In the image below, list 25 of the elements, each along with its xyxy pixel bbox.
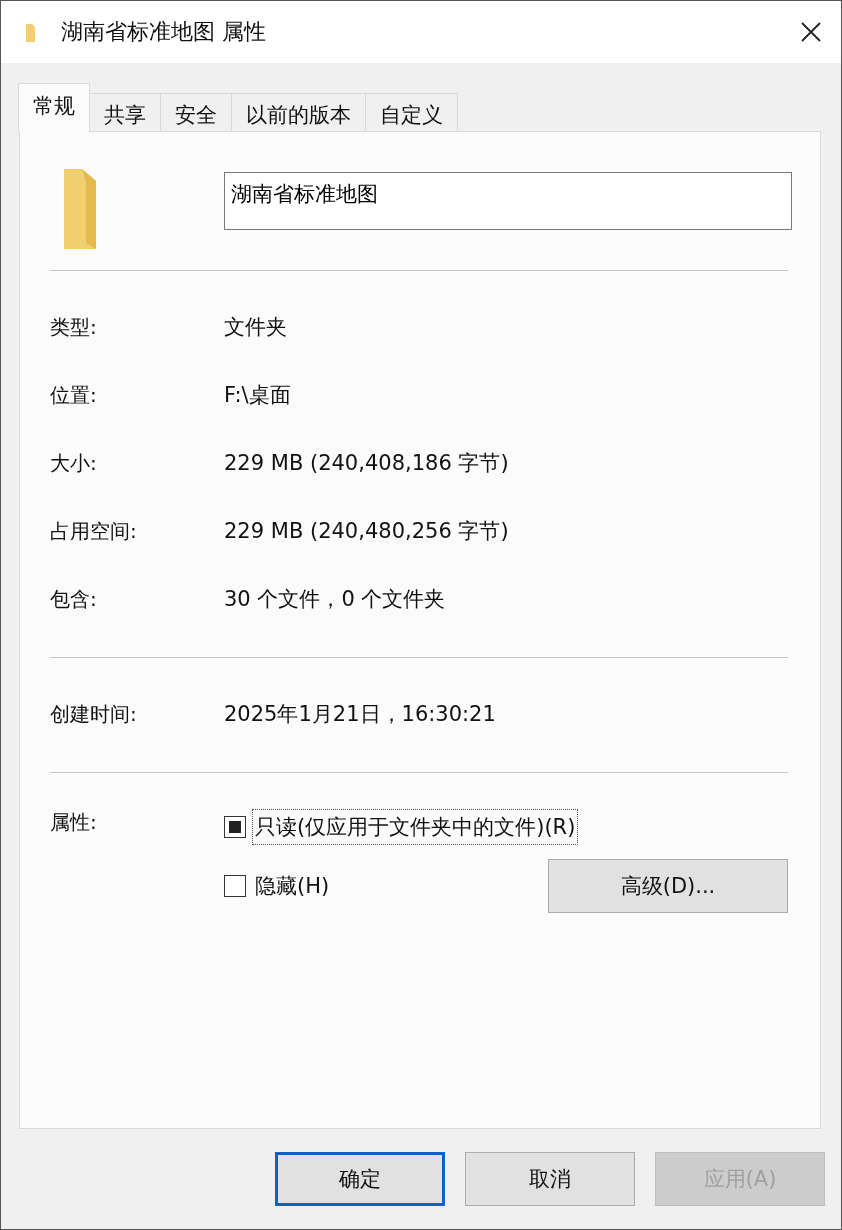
property-label: 位置:	[50, 381, 98, 409]
checkbox-label[interactable]: 隐藏(H)	[252, 868, 333, 904]
dialog-button[interactable]: 确定	[275, 1152, 445, 1206]
checkbox[interactable]	[224, 875, 246, 897]
property-label: 包含:	[50, 585, 98, 613]
tab[interactable]: 常规	[18, 83, 90, 132]
checkbox[interactable]	[224, 816, 246, 838]
property-label: 类型:	[50, 313, 98, 341]
property-value: 229 MB (240,408,186 字节)	[224, 450, 509, 477]
property-label: 属性:	[50, 809, 98, 836]
name-field[interactable]: 湖南省标准地图	[224, 172, 792, 230]
property-label: 占用空间:	[50, 517, 138, 545]
advanced-button[interactable]: 高级(D)...	[548, 859, 788, 913]
window-title: 湖南省标准地图 属性	[61, 18, 267, 46]
property-value: F:\桌面	[224, 382, 291, 409]
property-label: 大小:	[50, 449, 98, 477]
property-value: 2025年1月21日，16:30:21	[224, 701, 496, 728]
property-value: 文件夹	[224, 314, 287, 341]
property-label: 创建时间:	[50, 700, 138, 728]
close-icon[interactable]	[801, 22, 821, 42]
dialog-button[interactable]: 取消	[465, 1152, 635, 1206]
property-value: 30 个文件，0 个文件夹	[224, 586, 446, 613]
checkbox-label[interactable]: 只读(仅应用于文件夹中的文件)(R)	[252, 809, 579, 845]
tab[interactable]: 自定义	[365, 93, 458, 131]
property-value: 229 MB (240,480,256 字节)	[224, 518, 509, 545]
